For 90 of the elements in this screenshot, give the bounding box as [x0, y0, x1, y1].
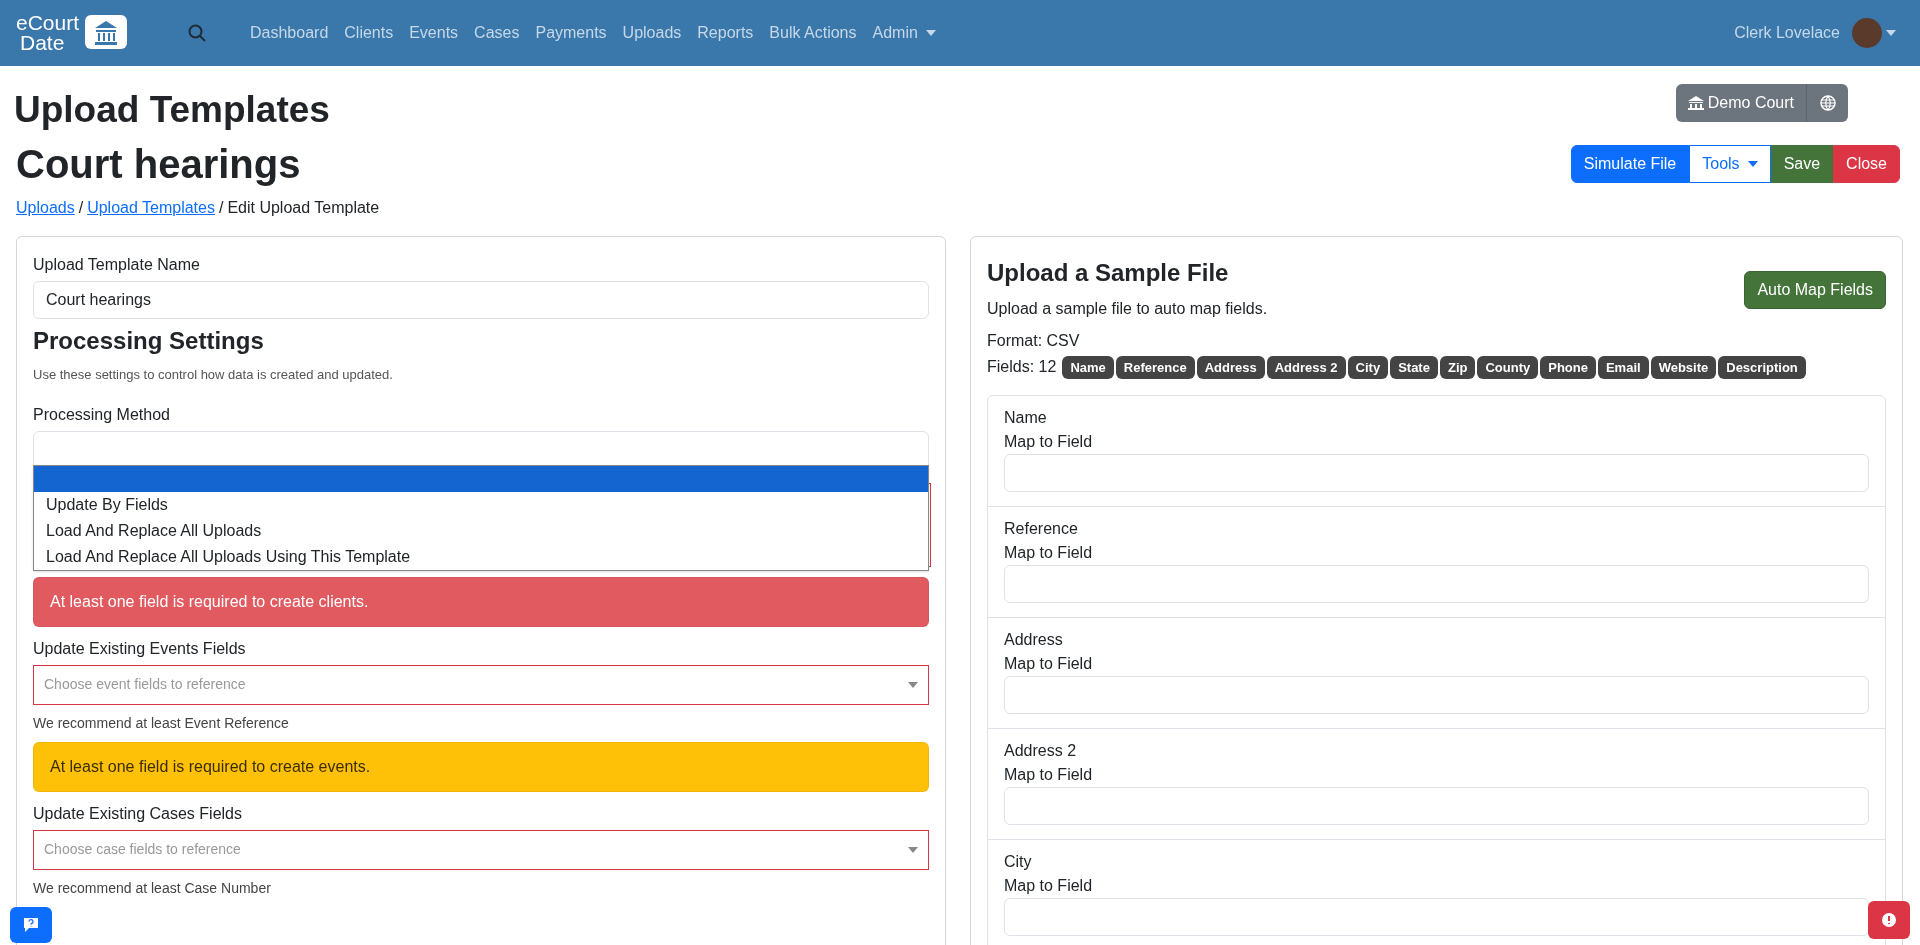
action-button[interactable]: Close — [1833, 145, 1900, 183]
caret-icon — [1886, 30, 1896, 36]
nav-link[interactable]: Clients — [344, 21, 394, 45]
field-tag: City — [1347, 355, 1389, 379]
field-tag: Zip — [1439, 355, 1476, 379]
action-button[interactable]: Simulate File — [1570, 145, 1690, 183]
caret-icon — [925, 30, 936, 36]
column-name: City — [1004, 852, 1033, 872]
avatar[interactable] — [1852, 18, 1882, 48]
field-tag: Address — [1196, 355, 1265, 379]
breadcrumb-separator: / — [78, 198, 84, 218]
breadcrumb-link[interactable]: Uploads — [16, 196, 75, 220]
help-button[interactable] — [10, 907, 52, 943]
court-button[interactable]: Demo Court — [1675, 84, 1806, 122]
action-button[interactable]: Save — [1770, 145, 1834, 183]
nav-link[interactable]: Uploads — [622, 21, 682, 45]
field-label: Map to Field — [1004, 765, 1094, 785]
nav-link[interactable]: Bulk Actions — [769, 21, 857, 45]
format-text: Format: CSV — [987, 331, 1081, 351]
nav-link[interactable]: Cases — [474, 21, 520, 45]
nav-link[interactable]: Events — [409, 21, 459, 45]
field-label: Map to Field — [1004, 876, 1094, 896]
dropdown-option[interactable]: Load And Replace All Uploads Using This Template — [34, 543, 928, 570]
alert-button[interactable] — [1868, 901, 1910, 939]
field-label: Map to Field — [1004, 654, 1094, 674]
field-label: Map to Field — [1004, 432, 1094, 452]
courthouse-icon — [83, 15, 128, 51]
template-name-input[interactable]: Court hearings — [33, 281, 929, 319]
map-field-input[interactable] — [1004, 787, 1869, 825]
nav-link[interactable]: Admin — [872, 21, 936, 45]
dropdown-option[interactable]: Update By Fields — [34, 491, 928, 518]
column-name: Address — [1004, 630, 1064, 650]
field-tag: Name — [1062, 355, 1114, 379]
breadcrumb-link[interactable]: Upload Templates — [87, 196, 215, 220]
field-label: Upload Template Name — [33, 255, 201, 275]
dropdown-option[interactable]: Load And Replace All Uploads — [34, 517, 928, 544]
map-field-input[interactable] — [1004, 676, 1869, 714]
alert-banner: At least one field is required to create events. — [33, 741, 929, 792]
field-hint: We recommend at least Event Reference — [33, 713, 290, 733]
caret-icon — [908, 846, 918, 853]
courthouse-icon — [1687, 96, 1704, 110]
caret-icon — [908, 681, 918, 688]
fields-count: Fields: 12 — [987, 357, 1057, 377]
field-label: Update Existing Cases Fields — [33, 803, 243, 824]
nav-link[interactable]: Dashboard — [250, 21, 329, 45]
action-button[interactable]: Tools — [1689, 145, 1771, 183]
select-placeholder: Choose event fields to reference — [44, 675, 246, 694]
card-heading: Upload a Sample File — [987, 258, 1230, 288]
search-icon[interactable] — [188, 24, 206, 42]
page-title: Upload Templates — [14, 88, 330, 132]
field-label: Update Existing Events Fields — [33, 638, 247, 659]
field-tag: Address 2 — [1266, 355, 1346, 379]
column-name: Name — [1004, 408, 1048, 428]
field-tag: County — [1477, 355, 1539, 379]
field-tag: Phone — [1540, 355, 1596, 379]
field-tag: Reference — [1115, 355, 1195, 379]
field-label: Processing Method — [33, 404, 171, 425]
section-description: Use these settings to control how data is created and updated. — [33, 366, 394, 384]
card-description: Upload a sample file to auto map fields. — [987, 299, 1268, 319]
field-tag: Website — [1650, 355, 1717, 379]
field-tag: Description — [1718, 355, 1806, 379]
select-field[interactable]: Choose event fields to reference — [33, 664, 929, 705]
map-field-input[interactable] — [1004, 898, 1869, 936]
nav-link[interactable]: Reports — [697, 21, 754, 45]
breadcrumb-current: Edit Upload Template — [227, 198, 380, 218]
field-hint: We recommend at least Case Number — [33, 878, 272, 898]
template-title: Court hearings — [16, 141, 301, 188]
auto-map-button[interactable]: Auto Map Fields — [1744, 271, 1886, 309]
globe-button[interactable] — [1806, 84, 1848, 122]
caret-icon — [1747, 161, 1758, 167]
column-name: Reference — [1004, 519, 1079, 539]
section-heading: Processing Settings — [33, 326, 265, 356]
globe-icon — [1819, 95, 1836, 111]
select-field[interactable]: Choose case fields to reference — [33, 829, 929, 870]
column-name: Address 2 — [1004, 741, 1078, 761]
field-tag: Email — [1597, 355, 1649, 379]
field-label: Map to Field — [1004, 543, 1094, 563]
app-logo[interactable]: eCourt Date — [16, 13, 136, 53]
nav-link[interactable]: Payments — [535, 21, 607, 45]
user-name[interactable]: Clerk Lovelace — [1734, 21, 1840, 45]
map-field-input[interactable] — [1004, 454, 1869, 492]
logo-text: Date — [19, 33, 66, 53]
select-placeholder: Choose case fields to reference — [44, 840, 241, 859]
map-field-input[interactable] — [1004, 565, 1869, 603]
breadcrumb-separator: / — [218, 198, 224, 218]
question-bubble-icon — [23, 917, 39, 933]
logo-text: eCourt — [16, 13, 80, 33]
alert-banner: At least one field is required to create clients. — [33, 576, 929, 627]
exclamation-circle-icon — [1881, 912, 1897, 928]
field-tag: State — [1390, 355, 1438, 379]
